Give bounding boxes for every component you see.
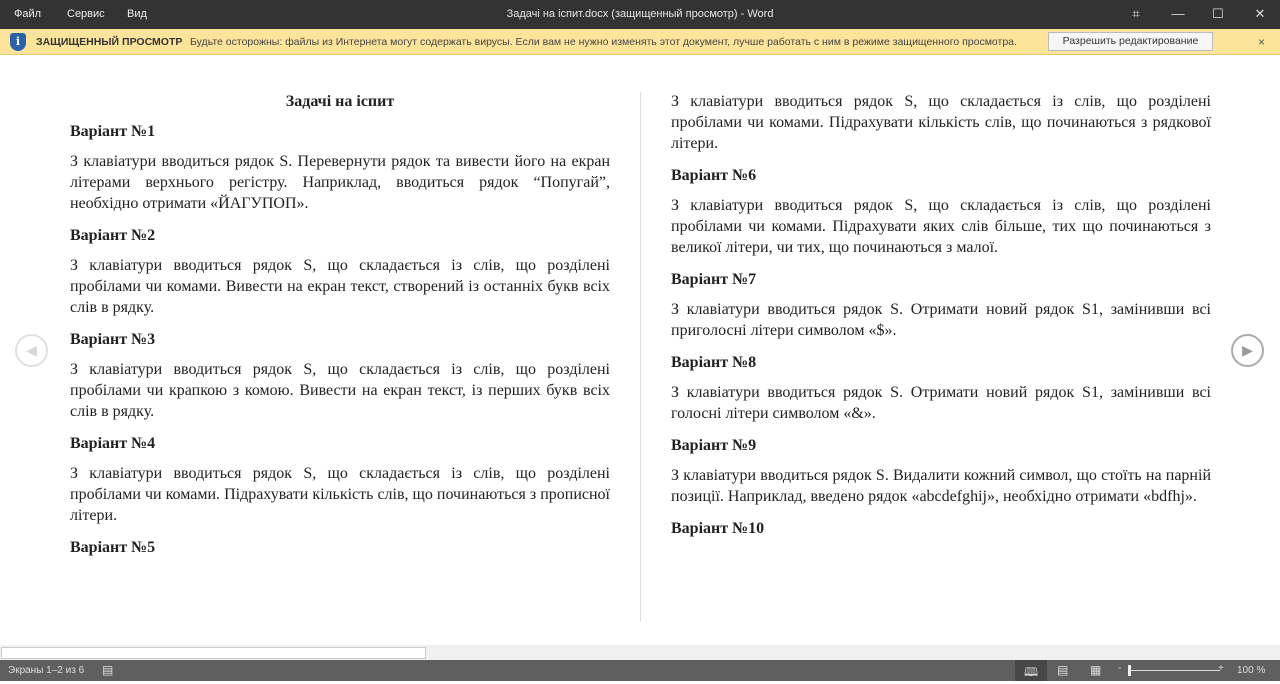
page-left: Задачі на іспит Варіант №1 З клавіатури в… <box>70 91 610 567</box>
variant-text: З клавіатури вводиться рядок S. Отримати… <box>671 384 1211 422</box>
variant-heading: Варіант №9 <box>671 437 757 454</box>
variant-text: З клавіатури вводиться рядок S. Отримати… <box>671 301 1211 339</box>
web-layout-icon[interactable]: ▦ <box>1090 663 1101 677</box>
zoom-slider-thumb[interactable] <box>1128 665 1131 676</box>
zoom-slider[interactable] <box>1130 670 1220 671</box>
print-layout-icon[interactable]: ▤ <box>1057 663 1068 677</box>
variant-heading: Варіант №10 <box>671 520 765 537</box>
variant-text: З клавіатури вводиться рядок S. Видалити… <box>671 467 1211 505</box>
horizontal-scrollbar[interactable] <box>0 645 1280 660</box>
variant-text: З клавіатури вводиться рядок S, що склад… <box>70 361 610 420</box>
variant-heading: Варіант №4 <box>70 435 156 452</box>
previous-page-button[interactable]: ◀ <box>15 334 48 367</box>
page-right: З клавіатури вводиться рядок S, що склад… <box>671 91 1211 548</box>
protected-view-label: ЗАЩИЩЕННЫЙ ПРОСМОТР <box>36 36 183 48</box>
variant-heading: Варіант №2 <box>70 227 156 244</box>
window-title: Задачі на іспит.docx (защищенный просмот… <box>506 8 774 20</box>
variant-heading: Варіант №7 <box>671 271 757 288</box>
variant-heading: Варіант №8 <box>671 354 757 371</box>
page-divider <box>640 92 641 622</box>
zoom-in-button[interactable]: + <box>1218 663 1224 674</box>
next-page-button[interactable]: ▶ <box>1231 334 1264 367</box>
shield-info-icon: i <box>10 33 26 51</box>
document-title: Задачі на іспит <box>285 93 395 110</box>
protected-view-bar: i ЗАЩИЩЕННЫЙ ПРОСМОТР Будьте осторожны: … <box>0 29 1280 55</box>
variant-text: З клавіатури вводиться рядок S. Переверн… <box>70 153 610 212</box>
variant-heading: Варіант №1 <box>70 123 156 140</box>
zoom-level[interactable]: 100 % <box>1237 665 1265 676</box>
enable-editing-button[interactable]: Разрешить редактирование <box>1048 32 1213 51</box>
scrollbar-thumb[interactable] <box>1 647 426 659</box>
variant-text: З клавіатури вводиться рядок S, що склад… <box>671 197 1211 256</box>
variant-text: З клавіатури вводиться рядок S, що склад… <box>70 465 610 524</box>
variant-text: З клавіатури вводиться рядок S, що склад… <box>70 257 610 316</box>
proofing-icon[interactable]: ▤ <box>102 663 113 677</box>
minimize-button[interactable]: — <box>1158 4 1198 24</box>
zoom-out-button[interactable]: - <box>1118 663 1121 674</box>
close-button[interactable]: ✕ <box>1240 4 1280 24</box>
fullscreen-icon[interactable]: ⌗ <box>1116 4 1156 24</box>
page-count: Экраны 1–2 из 6 <box>8 665 85 676</box>
document-area: Задачі на іспит Варіант №1 З клавіатури в… <box>0 55 1280 645</box>
variant-heading: Варіант №5 <box>70 539 156 556</box>
protected-view-message: Будьте осторожны: файлы из Интернета мог… <box>190 36 1017 48</box>
variant-heading: Варіант №3 <box>70 331 156 348</box>
paragraph: З клавіатури вводиться рядок S, що склад… <box>671 93 1211 152</box>
variant-heading: Варіант №6 <box>671 167 757 184</box>
title-bar: Файл Сервис Вид Задачі на іспит.docx (за… <box>0 0 1280 29</box>
maximize-button[interactable]: ☐ <box>1198 4 1238 24</box>
close-bar-icon[interactable]: × <box>1258 35 1265 49</box>
status-bar: Экраны 1–2 из 6 ▤ 🕮 ▤ ▦ - + 100 % <box>0 660 1280 681</box>
